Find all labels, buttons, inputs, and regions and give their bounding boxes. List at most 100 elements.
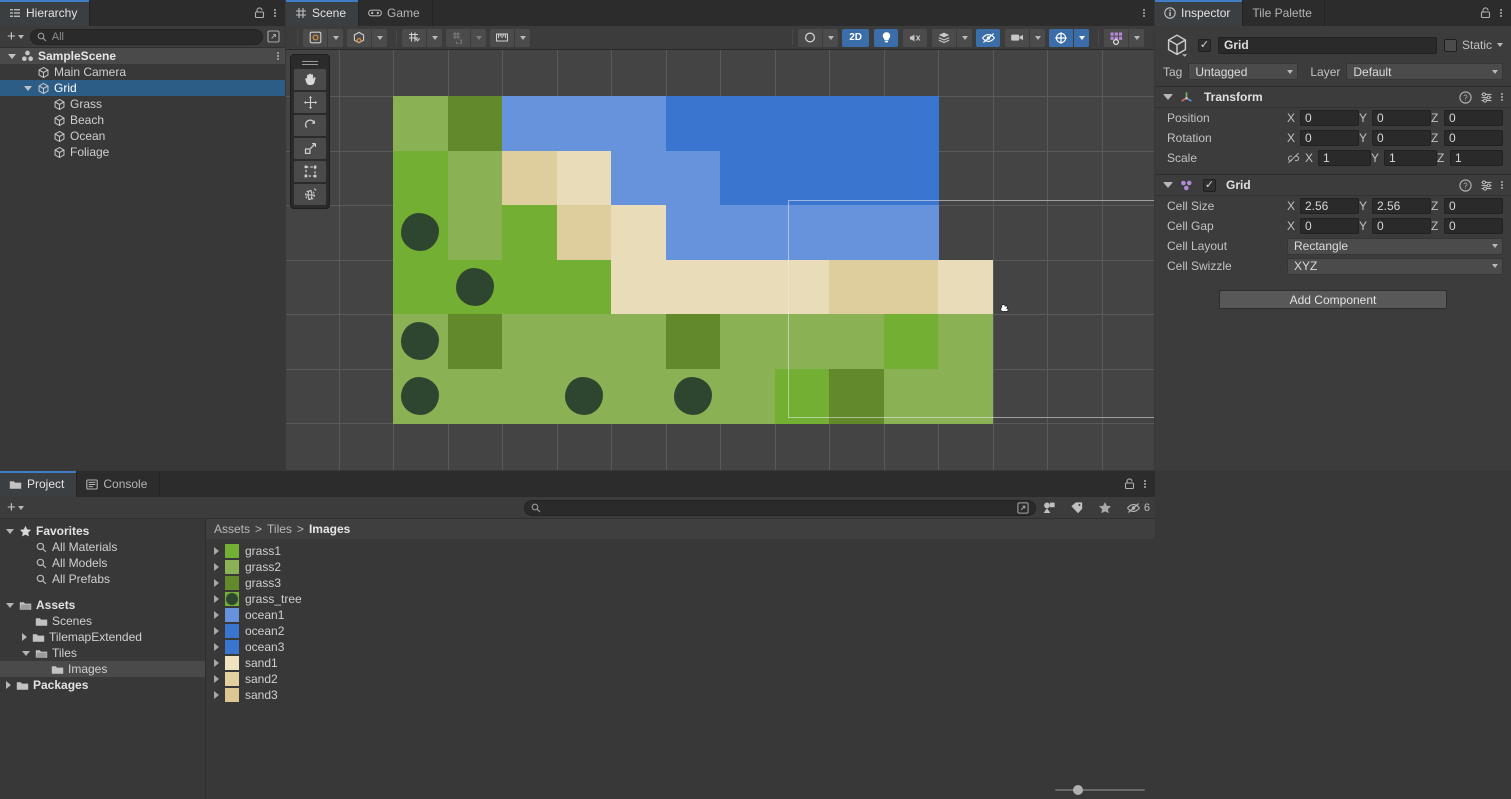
tab-project[interactable]: Project	[0, 471, 78, 497]
tile-grass1[interactable]	[556, 259, 612, 315]
tile-grass3[interactable]	[447, 314, 503, 369]
lighting-toggle[interactable]	[874, 28, 898, 47]
tools-drag-handle[interactable]	[294, 58, 326, 67]
zoom-slider-knob[interactable]	[1073, 785, 1083, 795]
disclosure-triangle-icon[interactable]	[214, 643, 219, 651]
tile-grass-tree[interactable]	[674, 377, 711, 414]
breadcrumb-item-tiles[interactable]: Tiles	[267, 522, 292, 536]
tile-ocean2[interactable]	[774, 96, 830, 151]
thumbnail-zoom-slider[interactable]	[1055, 782, 1145, 798]
tile-grass3[interactable]	[829, 368, 884, 424]
filter-by-label-icon[interactable]	[1070, 501, 1084, 514]
tile-sand1[interactable]	[938, 259, 993, 315]
hierarchy-item-beach[interactable]: Beach	[0, 112, 285, 128]
help-icon[interactable]: ?	[1459, 90, 1472, 104]
effects-dropdown[interactable]	[956, 28, 972, 47]
lock-icon[interactable]	[254, 7, 265, 19]
tile-ocean2[interactable]	[883, 150, 939, 206]
axis-z-input[interactable]: 0	[1444, 218, 1503, 234]
asset-row-grass_tree[interactable]: grass_tree	[206, 591, 1155, 607]
asset-row-ocean3[interactable]: ocean3	[206, 639, 1155, 655]
axis-z-input[interactable]: 0	[1444, 130, 1503, 146]
tile-ocean2[interactable]	[720, 150, 775, 206]
axis-y-input[interactable]: 2.56	[1372, 198, 1431, 214]
lock-icon[interactable]	[1480, 7, 1491, 19]
move-tool[interactable]	[294, 92, 326, 113]
component-header-grid[interactable]: ✓ Grid?	[1155, 174, 1511, 196]
hierarchy-search-field[interactable]	[29, 28, 263, 45]
tile-grass2[interactable]	[502, 314, 557, 369]
hierarchy-item-grass[interactable]: Grass	[0, 96, 285, 112]
rect-tool[interactable]	[294, 161, 326, 182]
help-icon[interactable]: ?	[1459, 178, 1472, 192]
tile-grass1[interactable]	[393, 259, 448, 315]
tile-grass2[interactable]	[447, 205, 503, 260]
tile-sand1[interactable]	[611, 205, 666, 260]
disclosure-triangle-icon[interactable]	[22, 633, 27, 641]
tile-palette-button[interactable]	[1104, 28, 1128, 47]
camera-dropdown[interactable]	[1029, 28, 1045, 47]
axis-x-input[interactable]: 2.56	[1300, 198, 1359, 214]
tile-sand1[interactable]	[665, 259, 721, 315]
tile-ocean1[interactable]	[556, 96, 612, 151]
hierarchy-item-foliage[interactable]: Foliage	[0, 144, 285, 160]
scale-tool[interactable]	[294, 138, 326, 159]
disclosure-triangle-icon[interactable]	[214, 611, 219, 619]
kebab-menu-icon[interactable]	[277, 52, 279, 60]
camera-button[interactable]	[1005, 28, 1029, 47]
tile-sand1[interactable]	[556, 150, 612, 206]
breadcrumb-item-assets[interactable]: Assets	[214, 522, 250, 536]
axis-z-input[interactable]: 1	[1450, 150, 1503, 166]
preset-sliders-icon[interactable]	[1480, 179, 1493, 192]
project-tree-item-tilemapextended[interactable]: TilemapExtended	[0, 629, 205, 645]
asset-row-ocean2[interactable]: ocean2	[206, 623, 1155, 639]
disclosure-triangle-icon[interactable]	[6, 681, 11, 689]
breadcrumb-item-images[interactable]: Images	[309, 522, 350, 536]
filter-by-type-icon[interactable]	[1042, 501, 1056, 514]
snap-increment-button[interactable]	[446, 28, 470, 47]
disclosure-triangle-icon[interactable]	[214, 675, 219, 683]
component-header-transform[interactable]: Transform?	[1155, 86, 1511, 108]
tile-ocean1[interactable]	[774, 205, 830, 260]
project-tree-item-packages[interactable]: Packages	[0, 677, 205, 693]
2d-toggle[interactable]: 2D	[842, 28, 869, 47]
project-search-input[interactable]	[545, 501, 1012, 514]
axis-y-input[interactable]: 0	[1372, 218, 1431, 234]
disclosure-triangle-icon[interactable]	[24, 85, 32, 91]
asset-row-grass2[interactable]: grass2	[206, 559, 1155, 575]
tile-sand2[interactable]	[556, 205, 612, 260]
disclosure-triangle-icon[interactable]	[214, 547, 219, 555]
project-tree-item-images[interactable]: Images	[0, 661, 205, 677]
grid-snap-button[interactable]	[402, 28, 426, 47]
disclosure-triangle-icon[interactable]	[22, 650, 30, 656]
tile-grass2[interactable]	[502, 368, 557, 424]
grid-snap-dropdown[interactable]	[426, 28, 442, 47]
draw-mode-dropdown[interactable]	[327, 28, 343, 47]
axis-z-input[interactable]: 0	[1444, 198, 1503, 214]
tile-grass-tree[interactable]	[565, 377, 602, 414]
tab-tile-palette[interactable]: Tile Palette	[1243, 0, 1325, 26]
shading-button[interactable]	[798, 28, 823, 47]
component-enabled-checkbox[interactable]: ✓	[1203, 178, 1216, 192]
tile-sand2[interactable]	[829, 259, 884, 315]
tile-ocean1[interactable]	[611, 150, 666, 206]
tile-grass2[interactable]	[883, 368, 939, 424]
tile-ocean2[interactable]	[720, 96, 775, 151]
project-tree-item-favorites[interactable]: Favorites	[0, 523, 205, 539]
disclosure-triangle-icon[interactable]	[6, 602, 14, 608]
kebab-menu-icon[interactable]	[1501, 181, 1503, 189]
tile-grass2[interactable]	[393, 96, 448, 151]
disclosure-triangle-icon[interactable]	[6, 528, 14, 534]
tile-grass1[interactable]	[502, 205, 557, 260]
tile-grass2[interactable]	[720, 368, 775, 424]
tile-sand1[interactable]	[774, 259, 830, 315]
disclosure-triangle-icon[interactable]	[214, 627, 219, 635]
gizmos-dropdown[interactable]	[1073, 28, 1089, 47]
tile-grass1[interactable]	[774, 368, 830, 424]
tile-ocean2[interactable]	[829, 96, 884, 151]
static-checkbox[interactable]	[1443, 38, 1457, 52]
snap-increment-dropdown[interactable]	[470, 28, 486, 47]
ruler-dropdown[interactable]	[514, 28, 530, 47]
tile-grass-tree[interactable]	[402, 377, 439, 414]
tile-sand2[interactable]	[502, 150, 557, 206]
